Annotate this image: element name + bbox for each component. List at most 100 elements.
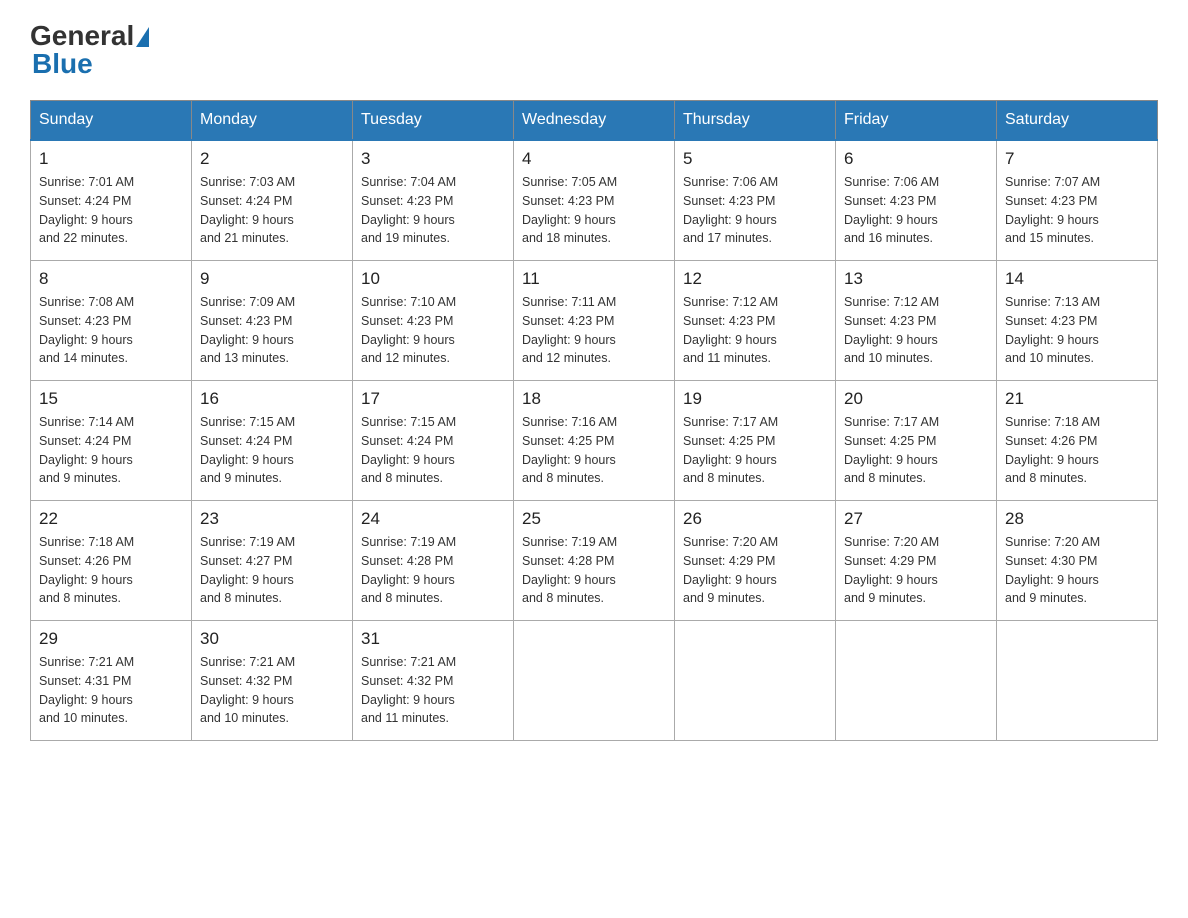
day-sun-info: Sunrise: 7:17 AMSunset: 4:25 PMDaylight:…: [683, 413, 827, 488]
day-number: 24: [361, 509, 505, 529]
calendar-day-cell: 16 Sunrise: 7:15 AMSunset: 4:24 PMDayligh…: [192, 381, 353, 501]
calendar-day-cell: 26 Sunrise: 7:20 AMSunset: 4:29 PMDayligh…: [675, 501, 836, 621]
calendar-day-cell: 22 Sunrise: 7:18 AMSunset: 4:26 PMDayligh…: [31, 501, 192, 621]
day-sun-info: Sunrise: 7:01 AMSunset: 4:24 PMDaylight:…: [39, 173, 183, 248]
calendar-day-cell: 30 Sunrise: 7:21 AMSunset: 4:32 PMDayligh…: [192, 621, 353, 741]
day-sun-info: Sunrise: 7:20 AMSunset: 4:29 PMDaylight:…: [683, 533, 827, 608]
calendar-day-cell: 11 Sunrise: 7:11 AMSunset: 4:23 PMDayligh…: [514, 261, 675, 381]
day-number: 17: [361, 389, 505, 409]
calendar-day-cell: 5Sunrise: 7:06 AMSunset: 4:23 PMDaylight…: [675, 140, 836, 261]
day-sun-info: Sunrise: 7:15 AMSunset: 4:24 PMDaylight:…: [200, 413, 344, 488]
day-number: 23: [200, 509, 344, 529]
calendar-day-cell: 23 Sunrise: 7:19 AMSunset: 4:27 PMDayligh…: [192, 501, 353, 621]
day-number: 9: [200, 269, 344, 289]
day-sun-info: Sunrise: 7:21 AMSunset: 4:32 PMDaylight:…: [200, 653, 344, 728]
day-sun-info: Sunrise: 7:06 AMSunset: 4:23 PMDaylight:…: [844, 173, 988, 248]
day-number: 31: [361, 629, 505, 649]
calendar-day-cell: 1 Sunrise: 7:01 AMSunset: 4:24 PMDaylight…: [31, 140, 192, 261]
calendar-day-cell: 9 Sunrise: 7:09 AMSunset: 4:23 PMDaylight…: [192, 261, 353, 381]
day-sun-info: Sunrise: 7:18 AMSunset: 4:26 PMDaylight:…: [1005, 413, 1149, 488]
calendar-day-cell: 6Sunrise: 7:06 AMSunset: 4:23 PMDaylight…: [836, 140, 997, 261]
day-of-week-header: Monday: [192, 101, 353, 141]
day-sun-info: Sunrise: 7:14 AMSunset: 4:24 PMDaylight:…: [39, 413, 183, 488]
calendar-day-cell: 27Sunrise: 7:20 AMSunset: 4:29 PMDayligh…: [836, 501, 997, 621]
day-number: 8: [39, 269, 183, 289]
day-sun-info: Sunrise: 7:11 AMSunset: 4:23 PMDaylight:…: [522, 293, 666, 368]
logo-blue-text: Blue: [30, 48, 93, 80]
day-sun-info: Sunrise: 7:12 AMSunset: 4:23 PMDaylight:…: [844, 293, 988, 368]
day-sun-info: Sunrise: 7:10 AMSunset: 4:23 PMDaylight:…: [361, 293, 505, 368]
calendar-day-cell: 12 Sunrise: 7:12 AMSunset: 4:23 PMDayligh…: [675, 261, 836, 381]
day-number: 18: [522, 389, 666, 409]
day-sun-info: Sunrise: 7:12 AMSunset: 4:23 PMDaylight:…: [683, 293, 827, 368]
day-sun-info: Sunrise: 7:05 AMSunset: 4:23 PMDaylight:…: [522, 173, 666, 248]
calendar-day-cell: 3Sunrise: 7:04 AMSunset: 4:23 PMDaylight…: [353, 140, 514, 261]
day-number: 26: [683, 509, 827, 529]
day-sun-info: Sunrise: 7:06 AMSunset: 4:23 PMDaylight:…: [683, 173, 827, 248]
calendar-day-cell: 18Sunrise: 7:16 AMSunset: 4:25 PMDayligh…: [514, 381, 675, 501]
calendar-week-row: 1 Sunrise: 7:01 AMSunset: 4:24 PMDaylight…: [31, 140, 1158, 261]
logo-triangle-icon: [136, 27, 149, 47]
day-sun-info: Sunrise: 7:19 AMSunset: 4:27 PMDaylight:…: [200, 533, 344, 608]
day-sun-info: Sunrise: 7:19 AMSunset: 4:28 PMDaylight:…: [522, 533, 666, 608]
calendar-day-cell: 14 Sunrise: 7:13 AMSunset: 4:23 PMDayligh…: [997, 261, 1158, 381]
day-of-week-header: Thursday: [675, 101, 836, 141]
day-sun-info: Sunrise: 7:09 AMSunset: 4:23 PMDaylight:…: [200, 293, 344, 368]
page-header: General Blue: [30, 20, 1158, 80]
calendar-table: SundayMondayTuesdayWednesdayThursdayFrid…: [30, 100, 1158, 741]
day-sun-info: Sunrise: 7:21 AMSunset: 4:32 PMDaylight:…: [361, 653, 505, 728]
day-number: 28: [1005, 509, 1149, 529]
day-sun-info: Sunrise: 7:19 AMSunset: 4:28 PMDaylight:…: [361, 533, 505, 608]
day-number: 1: [39, 149, 183, 169]
day-number: 25: [522, 509, 666, 529]
calendar-day-cell: 24 Sunrise: 7:19 AMSunset: 4:28 PMDayligh…: [353, 501, 514, 621]
day-number: 12: [683, 269, 827, 289]
day-sun-info: Sunrise: 7:15 AMSunset: 4:24 PMDaylight:…: [361, 413, 505, 488]
day-sun-info: Sunrise: 7:04 AMSunset: 4:23 PMDaylight:…: [361, 173, 505, 248]
calendar-day-cell: 28 Sunrise: 7:20 AMSunset: 4:30 PMDayligh…: [997, 501, 1158, 621]
day-sun-info: Sunrise: 7:13 AMSunset: 4:23 PMDaylight:…: [1005, 293, 1149, 368]
calendar-day-cell: 4Sunrise: 7:05 AMSunset: 4:23 PMDaylight…: [514, 140, 675, 261]
calendar-day-cell: 2 Sunrise: 7:03 AMSunset: 4:24 PMDaylight…: [192, 140, 353, 261]
day-number: 11: [522, 269, 666, 289]
calendar-day-cell: 29 Sunrise: 7:21 AMSunset: 4:31 PMDayligh…: [31, 621, 192, 741]
day-number: 22: [39, 509, 183, 529]
calendar-week-row: 8 Sunrise: 7:08 AMSunset: 4:23 PMDaylight…: [31, 261, 1158, 381]
day-number: 2: [200, 149, 344, 169]
logo: General Blue: [30, 20, 149, 80]
calendar-day-cell: [514, 621, 675, 741]
day-sun-info: Sunrise: 7:17 AMSunset: 4:25 PMDaylight:…: [844, 413, 988, 488]
calendar-day-cell: 8 Sunrise: 7:08 AMSunset: 4:23 PMDaylight…: [31, 261, 192, 381]
calendar-day-cell: 19Sunrise: 7:17 AMSunset: 4:25 PMDayligh…: [675, 381, 836, 501]
day-number: 13: [844, 269, 988, 289]
day-sun-info: Sunrise: 7:18 AMSunset: 4:26 PMDaylight:…: [39, 533, 183, 608]
day-number: 16: [200, 389, 344, 409]
day-number: 29: [39, 629, 183, 649]
calendar-header-row: SundayMondayTuesdayWednesdayThursdayFrid…: [31, 101, 1158, 141]
day-number: 27: [844, 509, 988, 529]
day-of-week-header: Friday: [836, 101, 997, 141]
day-number: 7: [1005, 149, 1149, 169]
day-number: 20: [844, 389, 988, 409]
day-number: 10: [361, 269, 505, 289]
day-sun-info: Sunrise: 7:20 AMSunset: 4:30 PMDaylight:…: [1005, 533, 1149, 608]
calendar-day-cell: 13 Sunrise: 7:12 AMSunset: 4:23 PMDayligh…: [836, 261, 997, 381]
calendar-day-cell: 7Sunrise: 7:07 AMSunset: 4:23 PMDaylight…: [997, 140, 1158, 261]
day-sun-info: Sunrise: 7:21 AMSunset: 4:31 PMDaylight:…: [39, 653, 183, 728]
day-number: 30: [200, 629, 344, 649]
day-sun-info: Sunrise: 7:03 AMSunset: 4:24 PMDaylight:…: [200, 173, 344, 248]
day-of-week-header: Tuesday: [353, 101, 514, 141]
calendar-day-cell: 10 Sunrise: 7:10 AMSunset: 4:23 PMDayligh…: [353, 261, 514, 381]
calendar-day-cell: 31 Sunrise: 7:21 AMSunset: 4:32 PMDayligh…: [353, 621, 514, 741]
calendar-week-row: 15Sunrise: 7:14 AMSunset: 4:24 PMDayligh…: [31, 381, 1158, 501]
day-sun-info: Sunrise: 7:08 AMSunset: 4:23 PMDaylight:…: [39, 293, 183, 368]
calendar-day-cell: 15Sunrise: 7:14 AMSunset: 4:24 PMDayligh…: [31, 381, 192, 501]
day-of-week-header: Saturday: [997, 101, 1158, 141]
calendar-day-cell: 17 Sunrise: 7:15 AMSunset: 4:24 PMDayligh…: [353, 381, 514, 501]
day-number: 14: [1005, 269, 1149, 289]
day-number: 21: [1005, 389, 1149, 409]
day-of-week-header: Wednesday: [514, 101, 675, 141]
calendar-day-cell: 25 Sunrise: 7:19 AMSunset: 4:28 PMDayligh…: [514, 501, 675, 621]
day-of-week-header: Sunday: [31, 101, 192, 141]
calendar-day-cell: [836, 621, 997, 741]
